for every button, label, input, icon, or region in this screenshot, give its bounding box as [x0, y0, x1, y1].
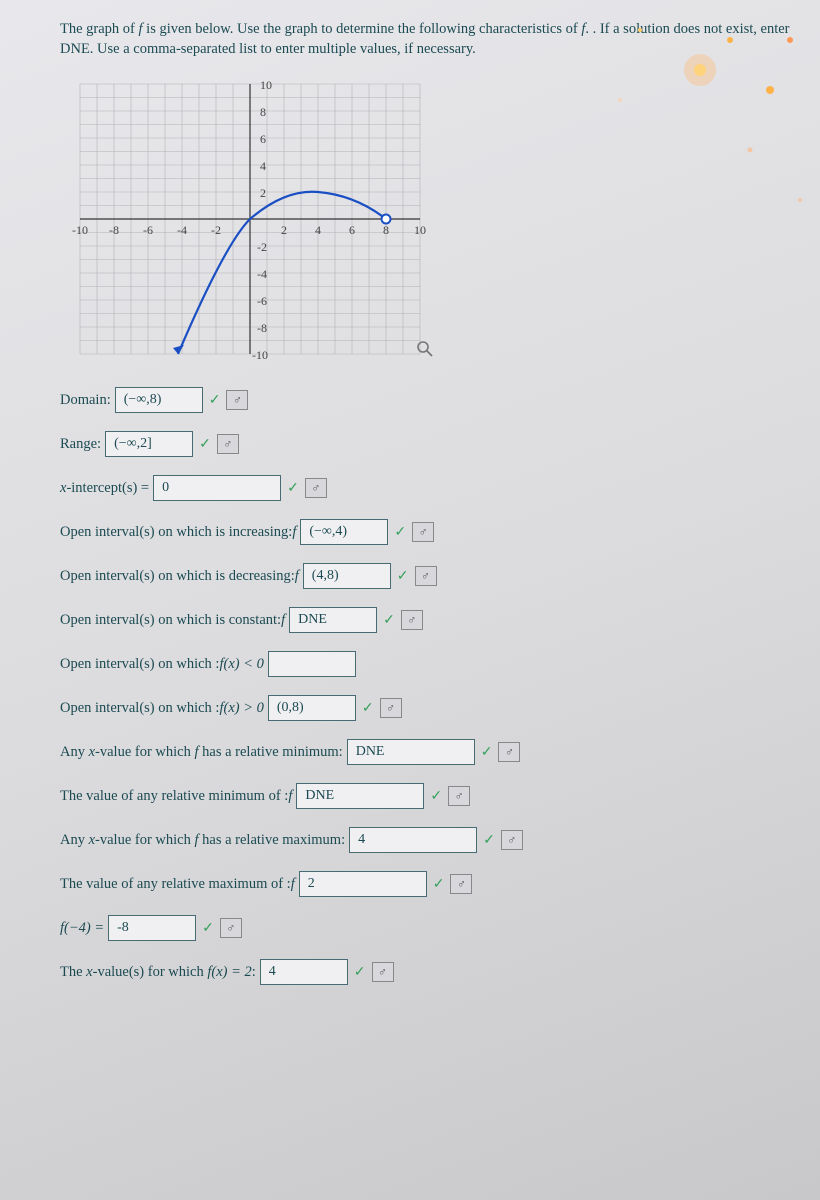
- svg-text:-6: -6: [143, 223, 153, 237]
- answer-input[interactable]: 4: [349, 827, 477, 853]
- share-link-button[interactable]: ♂: [412, 522, 434, 542]
- answer-row-8: Any x-value for which f has a relative m…: [60, 739, 790, 765]
- answer-row-9: The value of any relative minimum of :fD…: [60, 783, 790, 809]
- svg-text:-10: -10: [252, 348, 268, 362]
- answer-row-0: Domain:(−∞,8) ✓ ♂: [60, 387, 790, 413]
- answer-row-3: Open interval(s) on which is increasing:…: [60, 519, 790, 545]
- answer-row-7: Open interval(s) on which :f(x) > 0(0,8)…: [60, 695, 790, 721]
- share-link-button[interactable]: ♂: [501, 830, 523, 850]
- share-link-button[interactable]: ♂: [448, 786, 470, 806]
- row-label: f(−4) =: [60, 920, 104, 937]
- answer-input[interactable]: DNE: [289, 607, 377, 633]
- svg-text:6: 6: [260, 132, 266, 146]
- answer-row-11: The value of any relative maximum of :f2…: [60, 871, 790, 897]
- answer-input[interactable]: -8: [108, 915, 196, 941]
- row-label: Domain:: [60, 392, 111, 409]
- answer-row-4: Open interval(s) on which is decreasing:…: [60, 563, 790, 589]
- row-label: Range:: [60, 436, 101, 453]
- row-label: The value of any relative minimum of :f: [60, 788, 292, 805]
- check-icon: ✓: [397, 568, 409, 585]
- svg-text:-8: -8: [257, 321, 267, 335]
- row-label: x-intercept(s) =: [60, 480, 149, 497]
- answer-input[interactable]: 0: [153, 475, 281, 501]
- row-label: Any x-value for which f has a relative m…: [60, 832, 345, 849]
- answer-row-10: Any x-value for which f has a relative m…: [60, 827, 790, 853]
- share-link-button[interactable]: ♂: [305, 478, 327, 498]
- question-prompt: The graph of f is given below. Use the g…: [60, 20, 790, 59]
- svg-text:-4: -4: [177, 223, 187, 237]
- svg-text:6: 6: [349, 223, 355, 237]
- svg-text:10: 10: [260, 78, 272, 92]
- svg-text:-2: -2: [257, 240, 267, 254]
- answer-input[interactable]: (−∞,4): [300, 519, 388, 545]
- check-icon: ✓: [209, 392, 221, 409]
- answer-row-6: Open interval(s) on which :f(x) < 0: [60, 651, 790, 677]
- answer-row-2: x-intercept(s) =0 ✓ ♂: [60, 475, 790, 501]
- row-label: Open interval(s) on which is constant:f: [60, 612, 285, 629]
- check-icon: ✓: [483, 832, 495, 849]
- svg-text:10: 10: [414, 223, 426, 237]
- answer-input[interactable]: DNE: [296, 783, 424, 809]
- share-link-button[interactable]: ♂: [498, 742, 520, 762]
- check-icon: ✓: [433, 876, 445, 893]
- answer-input[interactable]: DNE: [347, 739, 475, 765]
- svg-text:8: 8: [383, 223, 389, 237]
- share-link-button[interactable]: ♂: [415, 566, 437, 586]
- svg-text:4: 4: [315, 223, 321, 237]
- svg-text:-2: -2: [211, 223, 221, 237]
- svg-text:-8: -8: [109, 223, 119, 237]
- answer-input[interactable]: (4,8): [303, 563, 391, 589]
- row-label: Open interval(s) on which :f(x) < 0: [60, 656, 264, 673]
- row-label: Open interval(s) on which is decreasing:…: [60, 568, 299, 585]
- share-link-button[interactable]: ♂: [450, 874, 472, 894]
- row-label: The value of any relative maximum of :f: [60, 876, 295, 893]
- check-icon: ✓: [202, 920, 214, 937]
- answer-row-1: Range:(−∞,2] ✓ ♂: [60, 431, 790, 457]
- svg-text:-6: -6: [257, 294, 267, 308]
- check-icon: ✓: [481, 744, 493, 761]
- share-link-button[interactable]: ♂: [380, 698, 402, 718]
- svg-text:8: 8: [260, 105, 266, 119]
- check-icon: ✓: [199, 436, 211, 453]
- check-icon: ✓: [362, 700, 374, 717]
- row-label: Any x-value for which f has a relative m…: [60, 744, 343, 761]
- row-label: Open interval(s) on which :f(x) > 0: [60, 700, 264, 717]
- check-icon: ✓: [430, 788, 442, 805]
- function-graph: -10 -8 -6 -4 -2 2 4 6 8 10 10 8 6 4 2 -2…: [60, 69, 440, 369]
- answer-input[interactable]: (−∞,8): [115, 387, 203, 413]
- svg-text:-10: -10: [72, 223, 88, 237]
- answer-input[interactable]: 2: [299, 871, 427, 897]
- row-label: Open interval(s) on which is increasing:…: [60, 524, 296, 541]
- answer-input[interactable]: (0,8): [268, 695, 356, 721]
- answer-row-5: Open interval(s) on which is constant:fD…: [60, 607, 790, 633]
- svg-text:2: 2: [281, 223, 287, 237]
- answer-row-13: The x-value(s) for which f(x) = 2:4 ✓ ♂: [60, 959, 790, 985]
- svg-text:4: 4: [260, 159, 266, 173]
- check-icon: ✓: [287, 480, 299, 497]
- share-link-button[interactable]: ♂: [220, 918, 242, 938]
- check-icon: ✓: [354, 964, 366, 981]
- answer-input[interactable]: 4: [260, 959, 348, 985]
- answer-input[interactable]: (−∞,2]: [105, 431, 193, 457]
- svg-text:2: 2: [260, 186, 266, 200]
- answer-row-12: f(−4) =-8 ✓ ♂: [60, 915, 790, 941]
- share-link-button[interactable]: ♂: [217, 434, 239, 454]
- check-icon: ✓: [394, 524, 406, 541]
- share-link-button[interactable]: ♂: [226, 390, 248, 410]
- answer-input[interactable]: [268, 651, 356, 677]
- share-link-button[interactable]: ♂: [372, 962, 394, 982]
- share-link-button[interactable]: ♂: [401, 610, 423, 630]
- svg-text:-4: -4: [257, 267, 267, 281]
- check-icon: ✓: [383, 612, 395, 629]
- magnify-icon[interactable]: [416, 340, 434, 363]
- row-label: The x-value(s) for which f(x) = 2:: [60, 964, 256, 981]
